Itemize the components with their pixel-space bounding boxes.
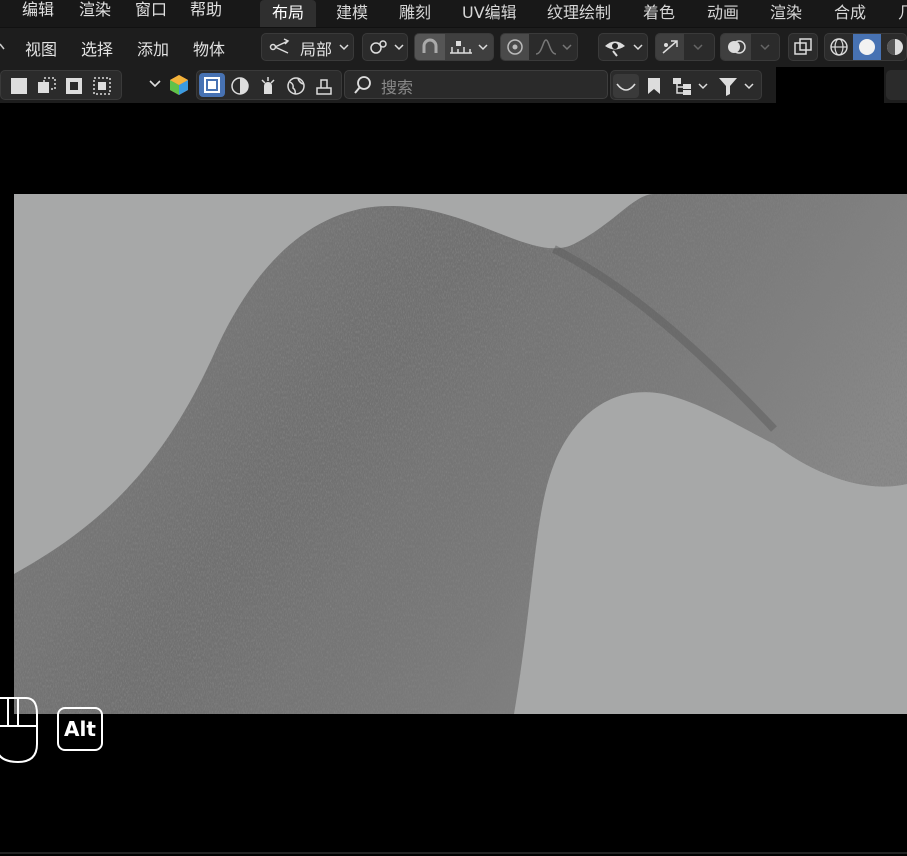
visibility-dropdown[interactable] [598, 33, 648, 61]
overlays-group [720, 33, 780, 61]
rendered-image [14, 194, 907, 714]
properties-header-edge[interactable] [886, 70, 907, 100]
chevron-down-icon[interactable] [692, 42, 704, 52]
filter-icon[interactable] [715, 74, 741, 98]
falloff-curve-icon[interactable] [534, 37, 558, 57]
status-bar-edge [0, 852, 907, 854]
search-input[interactable]: 搜索 [344, 70, 608, 99]
transform-orientation-dropdown[interactable]: 局部 [261, 33, 354, 61]
menu-edit[interactable]: 编辑 [22, 0, 54, 22]
select-new-icon[interactable] [7, 76, 31, 96]
select-extend-icon[interactable] [35, 76, 59, 96]
brush-filter-icon[interactable] [311, 74, 337, 98]
select-subtract-icon[interactable] [63, 76, 87, 96]
menu-render[interactable]: 渲染 [79, 0, 111, 22]
gizmo-icon[interactable] [656, 34, 684, 60]
selection-mode-group [0, 70, 122, 100]
tab-rendering[interactable]: 渲染 [758, 0, 814, 27]
tab-shading[interactable]: 着色 [631, 0, 687, 27]
search-icon [353, 75, 373, 95]
snapping-group [414, 33, 494, 61]
chevron-down-icon[interactable] [477, 42, 489, 52]
snap-increment-icon[interactable] [447, 37, 475, 57]
tab-geometry-nodes[interactable]: 几 [886, 0, 907, 27]
chevron-down-icon[interactable] [759, 42, 771, 52]
magnet-icon[interactable] [415, 34, 445, 60]
solid-shading-icon[interactable] [853, 34, 881, 60]
gizmo-group [655, 33, 715, 61]
tab-compositing[interactable]: 合成 [822, 0, 878, 27]
link-icon [367, 37, 391, 57]
orientation-label: 局部 [300, 40, 333, 59]
chevron-down-icon[interactable] [148, 76, 162, 92]
menu-help[interactable]: 帮助 [190, 0, 222, 22]
outliner-tools-group [610, 70, 762, 100]
overlays-icon[interactable] [721, 34, 751, 60]
add-menu[interactable]: 添加 [137, 36, 169, 60]
tab-animation[interactable]: 动画 [695, 0, 751, 27]
top-menubar: 编辑 渲染 窗口 帮助 布局 建模 雕刻 UV编辑 纹理绘制 着色 动画 渲染 … [0, 0, 907, 27]
proportional-editing-group [500, 33, 578, 61]
tab-uv-editing[interactable]: UV编辑 [450, 0, 529, 27]
tab-modeling[interactable]: 建模 [324, 0, 380, 27]
select-intersect-icon[interactable] [91, 76, 115, 96]
menu-window[interactable]: 窗口 [135, 0, 167, 22]
light-filter-icon[interactable] [255, 74, 281, 98]
xray-toggle-icon[interactable] [788, 33, 818, 61]
chevron-down-icon[interactable] [697, 80, 709, 92]
alt-key-indicator: Alt [57, 707, 103, 751]
chevron-down-icon[interactable] [0, 36, 8, 56]
mesh-filter-icon[interactable] [199, 73, 225, 97]
chevron-down-icon[interactable] [743, 80, 755, 92]
panel-gap [776, 67, 884, 103]
chevron-down-icon [338, 42, 350, 52]
filter-type-group [196, 70, 342, 100]
object-types-icon[interactable] [166, 73, 192, 97]
bookmark-icon[interactable] [641, 74, 667, 98]
hierarchy-icon[interactable] [669, 74, 695, 98]
world-filter-icon[interactable] [283, 74, 309, 98]
proportional-edit-icon[interactable] [501, 34, 529, 60]
chevron-down-icon [632, 42, 644, 52]
object-menu[interactable]: 物体 [193, 36, 225, 60]
wireframe-shading-icon[interactable] [825, 34, 853, 60]
eye-icon [603, 37, 629, 57]
tab-layout[interactable]: 布局 [260, 0, 317, 27]
wavy-surface [14, 194, 907, 714]
material-shading-icon[interactable] [881, 34, 907, 60]
curve-icon[interactable] [613, 74, 639, 98]
chevron-down-icon [393, 42, 405, 52]
tab-texture-paint[interactable]: 纹理绘制 [535, 0, 623, 27]
material-filter-icon[interactable] [227, 74, 253, 98]
shading-mode-group [824, 33, 907, 61]
view-menu[interactable]: 视图 [25, 36, 57, 60]
chevron-down-icon[interactable] [561, 42, 573, 52]
pivot-point-dropdown[interactable] [362, 33, 408, 61]
search-placeholder: 搜索 [381, 78, 414, 97]
select-menu[interactable]: 选择 [81, 36, 113, 60]
mouse-icon [0, 694, 40, 770]
transform-axes-icon [268, 37, 292, 57]
tab-sculpting[interactable]: 雕刻 [387, 0, 443, 27]
